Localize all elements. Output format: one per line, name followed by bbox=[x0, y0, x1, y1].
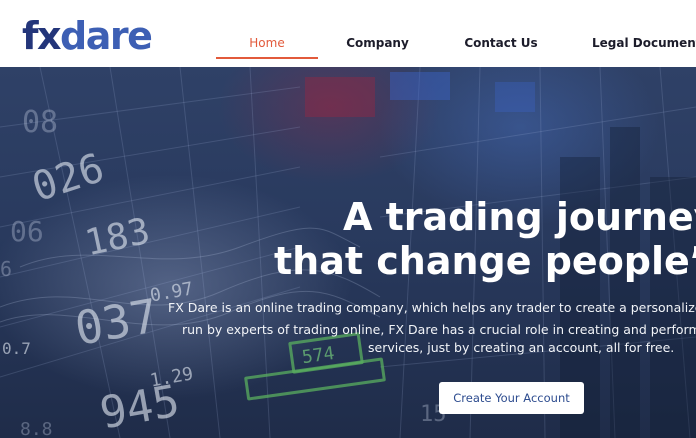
bg-number: 6 bbox=[0, 257, 13, 281]
bg-number: 8.8 bbox=[20, 419, 53, 438]
bg-number: 08 bbox=[22, 105, 59, 140]
bg-number: 0.7 bbox=[2, 339, 31, 358]
nav-home[interactable]: Home bbox=[216, 34, 318, 54]
nav-company[interactable]: Company bbox=[340, 34, 415, 54]
fxdare-logo[interactable]: fxdare bbox=[22, 13, 153, 59]
nav-contact-us[interactable]: Contact Us bbox=[462, 34, 540, 54]
logo-fx: fx bbox=[22, 14, 62, 58]
site-header: fxdare Home Company Contact Us Legal Doc… bbox=[0, 0, 696, 67]
hero-section: 08 026 6 183 06 0.97 037 0.7 1.29 945 8.… bbox=[0, 67, 696, 438]
bg-number: 06 bbox=[10, 215, 44, 248]
hero-title-line2: that change people’s li bbox=[274, 239, 696, 283]
nav-active-underline bbox=[216, 57, 318, 59]
hero-description-line3: services, just by creating an account, a… bbox=[368, 340, 675, 355]
logo-dare: dare bbox=[60, 14, 153, 58]
hero-description-line1: FX Dare is an online trading company, wh… bbox=[168, 300, 696, 315]
hero-title-line1: A trading journey bbox=[343, 195, 696, 239]
nav-legal-documents[interactable]: Legal Documents bbox=[592, 34, 696, 54]
hero-description-line2: run by experts of trading online, FX Dar… bbox=[182, 322, 696, 337]
create-account-button[interactable]: Create Your Account bbox=[439, 382, 584, 414]
